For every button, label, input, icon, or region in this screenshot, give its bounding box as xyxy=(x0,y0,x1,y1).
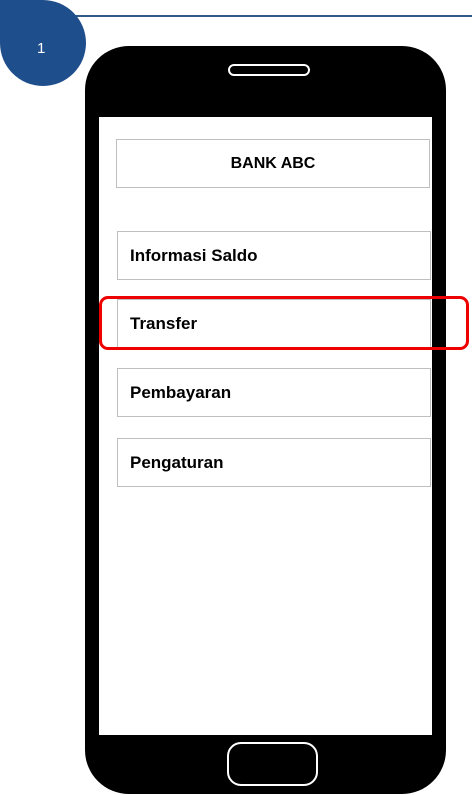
step-badge: 1 xyxy=(0,0,86,86)
header-divider xyxy=(70,15,472,17)
menu-item-informasi-saldo[interactable]: Informasi Saldo xyxy=(117,231,431,280)
home-button[interactable] xyxy=(227,742,318,786)
transfer-highlight xyxy=(99,296,469,350)
phone-screen xyxy=(99,117,432,735)
menu-item-pembayaran[interactable]: Pembayaran xyxy=(117,368,431,417)
app-title: BANK ABC xyxy=(116,139,430,188)
menu-item-pengaturan[interactable]: Pengaturan xyxy=(117,438,431,487)
stage: 1 BANK ABC Informasi Saldo Transfer Pemb… xyxy=(0,0,472,795)
speaker-slot xyxy=(228,64,310,76)
